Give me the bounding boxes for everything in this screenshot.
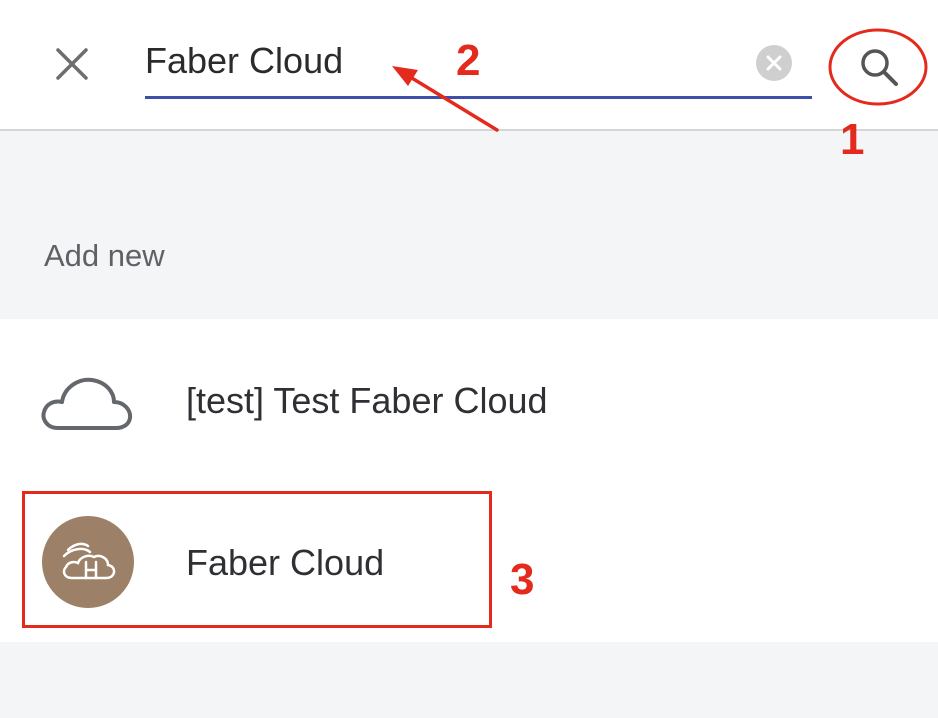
section-header xyxy=(0,131,938,319)
search-input-underline xyxy=(145,96,812,99)
search-button[interactable] xyxy=(852,42,908,92)
clear-search-button[interactable] xyxy=(756,45,792,81)
close-button[interactable] xyxy=(50,42,94,86)
annotation-step-3: 3 xyxy=(510,555,535,604)
clear-icon xyxy=(766,55,782,71)
annotation-step-2: 2 xyxy=(456,36,481,85)
close-icon xyxy=(56,48,88,80)
cloud-icon xyxy=(40,372,134,432)
section-label: Add new xyxy=(44,238,165,273)
annotation-step-1: 1 xyxy=(840,115,865,164)
list-footer xyxy=(0,642,938,718)
annotation-highlight-box xyxy=(22,491,492,628)
search-icon xyxy=(861,49,898,86)
result-label: [test] Test Faber Cloud xyxy=(186,380,548,421)
search-input[interactable] xyxy=(145,36,745,86)
